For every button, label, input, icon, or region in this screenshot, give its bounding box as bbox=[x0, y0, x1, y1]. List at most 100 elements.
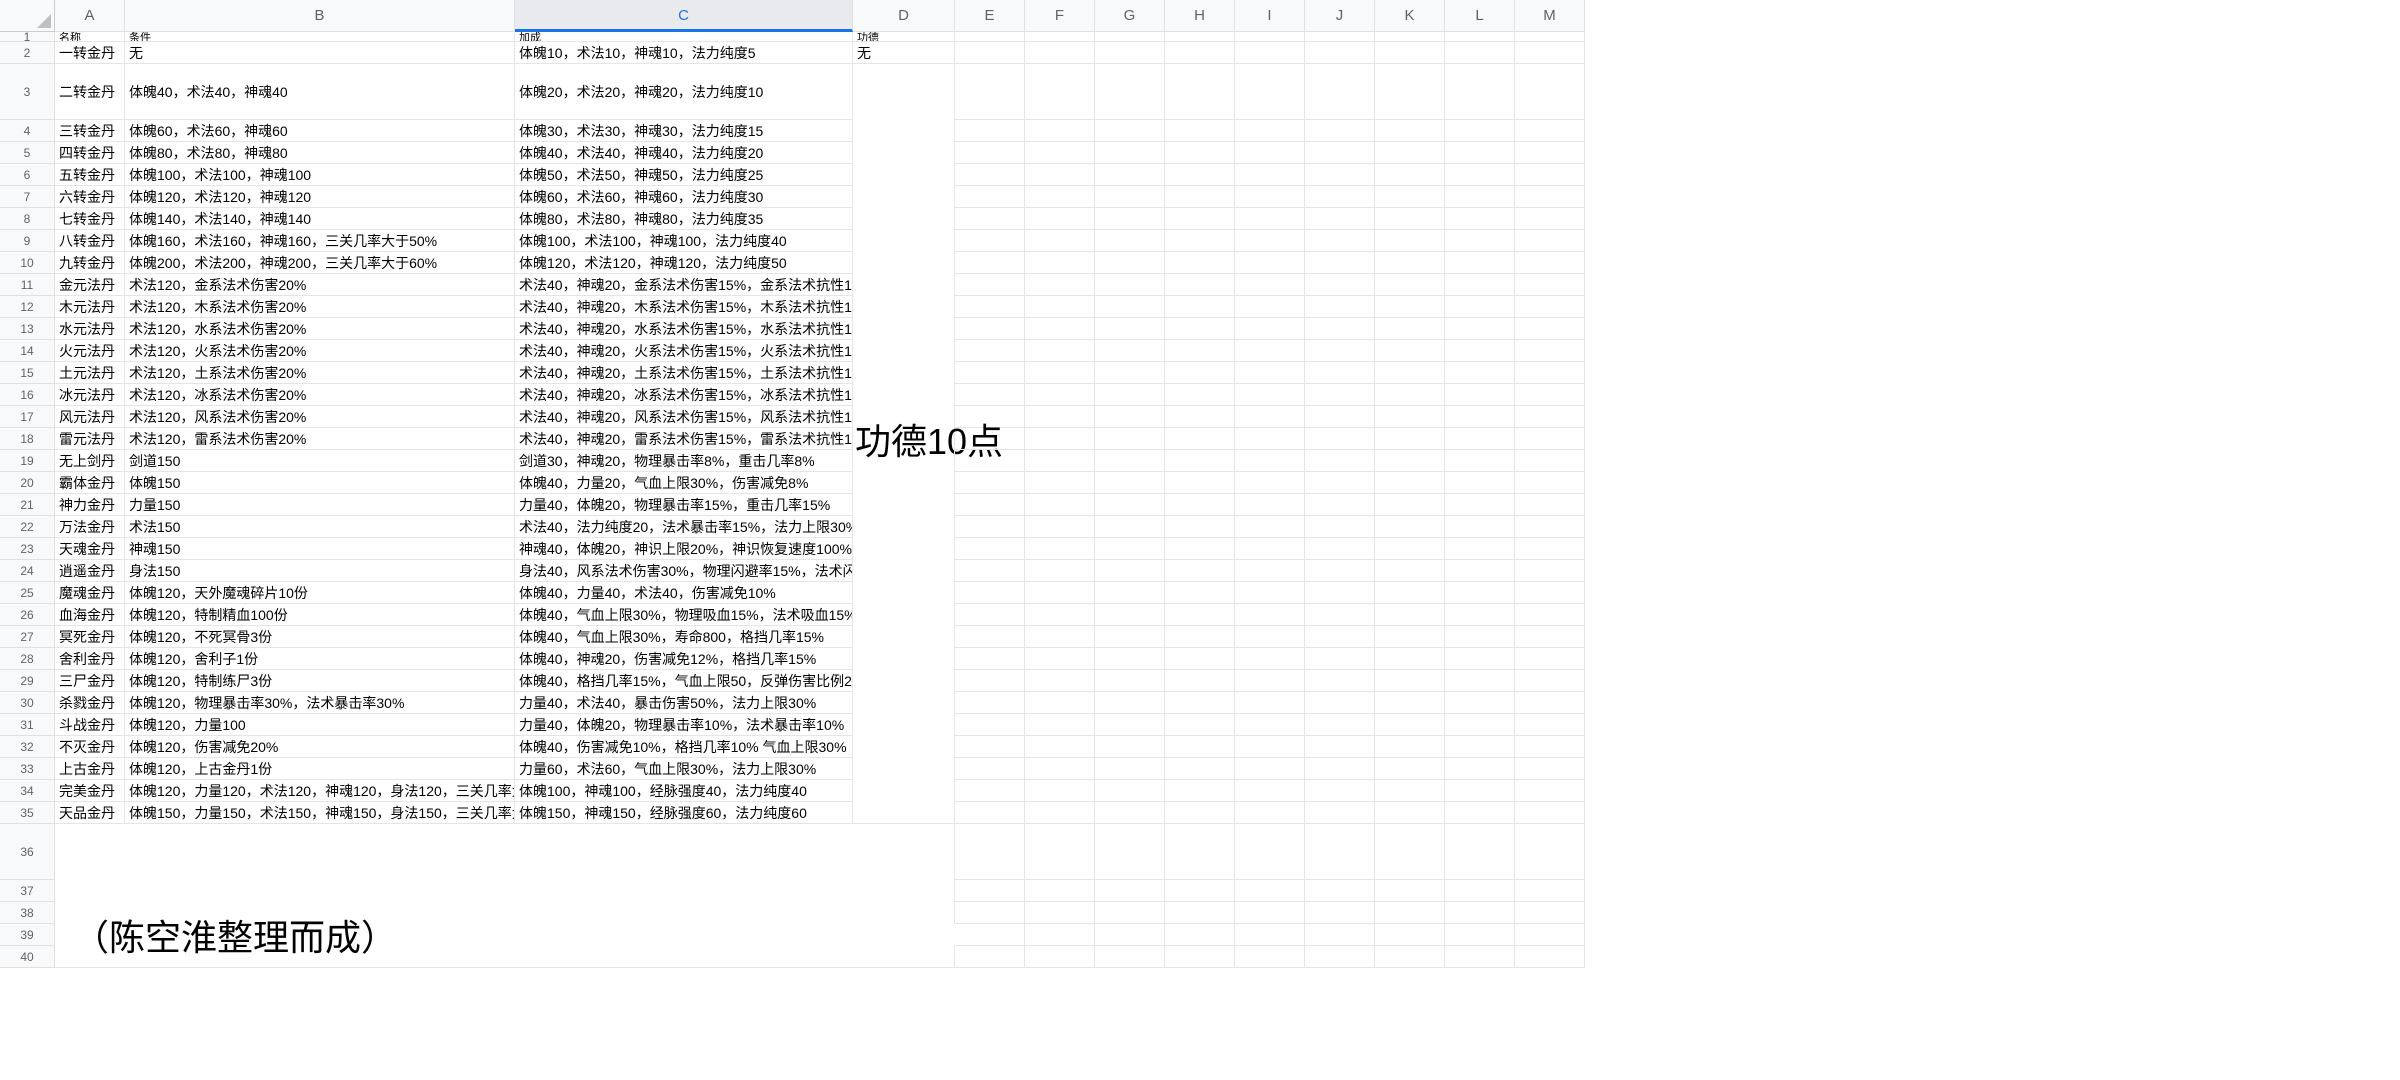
cell-L28[interactable] bbox=[1445, 648, 1515, 670]
cell-I1[interactable] bbox=[1235, 32, 1305, 42]
cell-I2[interactable] bbox=[1235, 42, 1305, 64]
cell-K31[interactable] bbox=[1375, 714, 1445, 736]
cell-L35[interactable] bbox=[1445, 802, 1515, 824]
cell-M28[interactable] bbox=[1515, 648, 1585, 670]
cell-D29[interactable] bbox=[853, 670, 955, 692]
cell-E37[interactable] bbox=[955, 880, 1025, 902]
cell-E40[interactable] bbox=[955, 946, 1025, 968]
cell-L15[interactable] bbox=[1445, 362, 1515, 384]
cell-J40[interactable] bbox=[1305, 946, 1375, 968]
cell-B3[interactable]: 体魄40，术法40，神魂40 bbox=[125, 64, 515, 120]
cell-H1[interactable] bbox=[1165, 32, 1235, 42]
row-header-22[interactable]: 22 bbox=[0, 516, 55, 538]
cell-J10[interactable] bbox=[1305, 252, 1375, 274]
cell-C11[interactable]: 术法40，神魂20，金系法术伤害15%，金系法术抗性15% bbox=[515, 274, 853, 296]
cell-B31[interactable]: 体魄120，力量100 bbox=[125, 714, 515, 736]
cell-C6[interactable]: 体魄50，术法50，神魂50，法力纯度25 bbox=[515, 164, 853, 186]
cell-A10[interactable]: 九转金丹 bbox=[55, 252, 125, 274]
cell-B27[interactable]: 体魄120，不死冥骨3份 bbox=[125, 626, 515, 648]
cell-C4[interactable]: 体魄30，术法30，神魂30，法力纯度15 bbox=[515, 120, 853, 142]
cell-K10[interactable] bbox=[1375, 252, 1445, 274]
cell-J12[interactable] bbox=[1305, 296, 1375, 318]
cell-G16[interactable] bbox=[1095, 384, 1165, 406]
cell-D33[interactable] bbox=[853, 758, 955, 780]
cell-G12[interactable] bbox=[1095, 296, 1165, 318]
cell-L8[interactable] bbox=[1445, 208, 1515, 230]
cell-H33[interactable] bbox=[1165, 758, 1235, 780]
cell-G14[interactable] bbox=[1095, 340, 1165, 362]
cell-B37[interactable] bbox=[125, 880, 515, 902]
cell-I27[interactable] bbox=[1235, 626, 1305, 648]
cell-E10[interactable] bbox=[955, 252, 1025, 274]
cell-I8[interactable] bbox=[1235, 208, 1305, 230]
cell-C35[interactable]: 体魄150，神魂150，经脉强度60，法力纯度60 bbox=[515, 802, 853, 824]
cell-H8[interactable] bbox=[1165, 208, 1235, 230]
cell-E22[interactable] bbox=[955, 516, 1025, 538]
cell-B17[interactable]: 术法120，风系法术伤害20% bbox=[125, 406, 515, 428]
cell-F27[interactable] bbox=[1025, 626, 1095, 648]
cell-K27[interactable] bbox=[1375, 626, 1445, 648]
cell-I10[interactable] bbox=[1235, 252, 1305, 274]
cell-H34[interactable] bbox=[1165, 780, 1235, 802]
cell-H19[interactable] bbox=[1165, 450, 1235, 472]
cell-E27[interactable] bbox=[955, 626, 1025, 648]
cell-I38[interactable] bbox=[1235, 902, 1305, 924]
cell-J3[interactable] bbox=[1305, 64, 1375, 120]
cell-M17[interactable] bbox=[1515, 406, 1585, 428]
cell-B26[interactable]: 体魄120，特制精血100份 bbox=[125, 604, 515, 626]
cell-H18[interactable] bbox=[1165, 428, 1235, 450]
cell-I21[interactable] bbox=[1235, 494, 1305, 516]
cell-E24[interactable] bbox=[955, 560, 1025, 582]
cell-H32[interactable] bbox=[1165, 736, 1235, 758]
row-header-10[interactable]: 10 bbox=[0, 252, 55, 274]
cell-I7[interactable] bbox=[1235, 186, 1305, 208]
cell-C3[interactable]: 体魄20，术法20，神魂20，法力纯度10 bbox=[515, 64, 853, 120]
cell-M25[interactable] bbox=[1515, 582, 1585, 604]
cell-D24[interactable] bbox=[853, 560, 955, 582]
cell-A13[interactable]: 水元法丹 bbox=[55, 318, 125, 340]
cell-D28[interactable] bbox=[853, 648, 955, 670]
cell-H35[interactable] bbox=[1165, 802, 1235, 824]
cell-L10[interactable] bbox=[1445, 252, 1515, 274]
cell-A33[interactable]: 上古金丹 bbox=[55, 758, 125, 780]
cell-E20[interactable] bbox=[955, 472, 1025, 494]
cell-M4[interactable] bbox=[1515, 120, 1585, 142]
cell-A29[interactable]: 三尸金丹 bbox=[55, 670, 125, 692]
cell-H5[interactable] bbox=[1165, 142, 1235, 164]
cell-H37[interactable] bbox=[1165, 880, 1235, 902]
cell-L30[interactable] bbox=[1445, 692, 1515, 714]
cell-K28[interactable] bbox=[1375, 648, 1445, 670]
cell-A19[interactable]: 无上剑丹 bbox=[55, 450, 125, 472]
cell-G39[interactable] bbox=[1095, 924, 1165, 946]
cell-B28[interactable]: 体魄120，舍利子1份 bbox=[125, 648, 515, 670]
cell-L32[interactable] bbox=[1445, 736, 1515, 758]
cell-D19[interactable] bbox=[853, 450, 955, 472]
cell-J36[interactable] bbox=[1305, 824, 1375, 880]
cell-D16[interactable] bbox=[853, 384, 955, 406]
cell-B40[interactable] bbox=[125, 946, 515, 968]
cell-I6[interactable] bbox=[1235, 164, 1305, 186]
cell-K22[interactable] bbox=[1375, 516, 1445, 538]
cell-B7[interactable]: 体魄120，术法120，神魂120 bbox=[125, 186, 515, 208]
cell-K24[interactable] bbox=[1375, 560, 1445, 582]
cell-G26[interactable] bbox=[1095, 604, 1165, 626]
row-header-3[interactable]: 3 bbox=[0, 64, 55, 120]
cell-G1[interactable] bbox=[1095, 32, 1165, 42]
cell-G2[interactable] bbox=[1095, 42, 1165, 64]
cell-D5[interactable] bbox=[853, 142, 955, 164]
cell-M11[interactable] bbox=[1515, 274, 1585, 296]
col-header-K[interactable]: K bbox=[1375, 0, 1445, 32]
cell-F29[interactable] bbox=[1025, 670, 1095, 692]
cell-F25[interactable] bbox=[1025, 582, 1095, 604]
cell-E7[interactable] bbox=[955, 186, 1025, 208]
cell-E38[interactable] bbox=[955, 902, 1025, 924]
cell-E36[interactable] bbox=[955, 824, 1025, 880]
col-header-L[interactable]: L bbox=[1445, 0, 1515, 32]
cell-M5[interactable] bbox=[1515, 142, 1585, 164]
row-header-37[interactable]: 37 bbox=[0, 880, 55, 902]
cell-F20[interactable] bbox=[1025, 472, 1095, 494]
row-header-21[interactable]: 21 bbox=[0, 494, 55, 516]
cell-F13[interactable] bbox=[1025, 318, 1095, 340]
cell-F22[interactable] bbox=[1025, 516, 1095, 538]
cell-E4[interactable] bbox=[955, 120, 1025, 142]
